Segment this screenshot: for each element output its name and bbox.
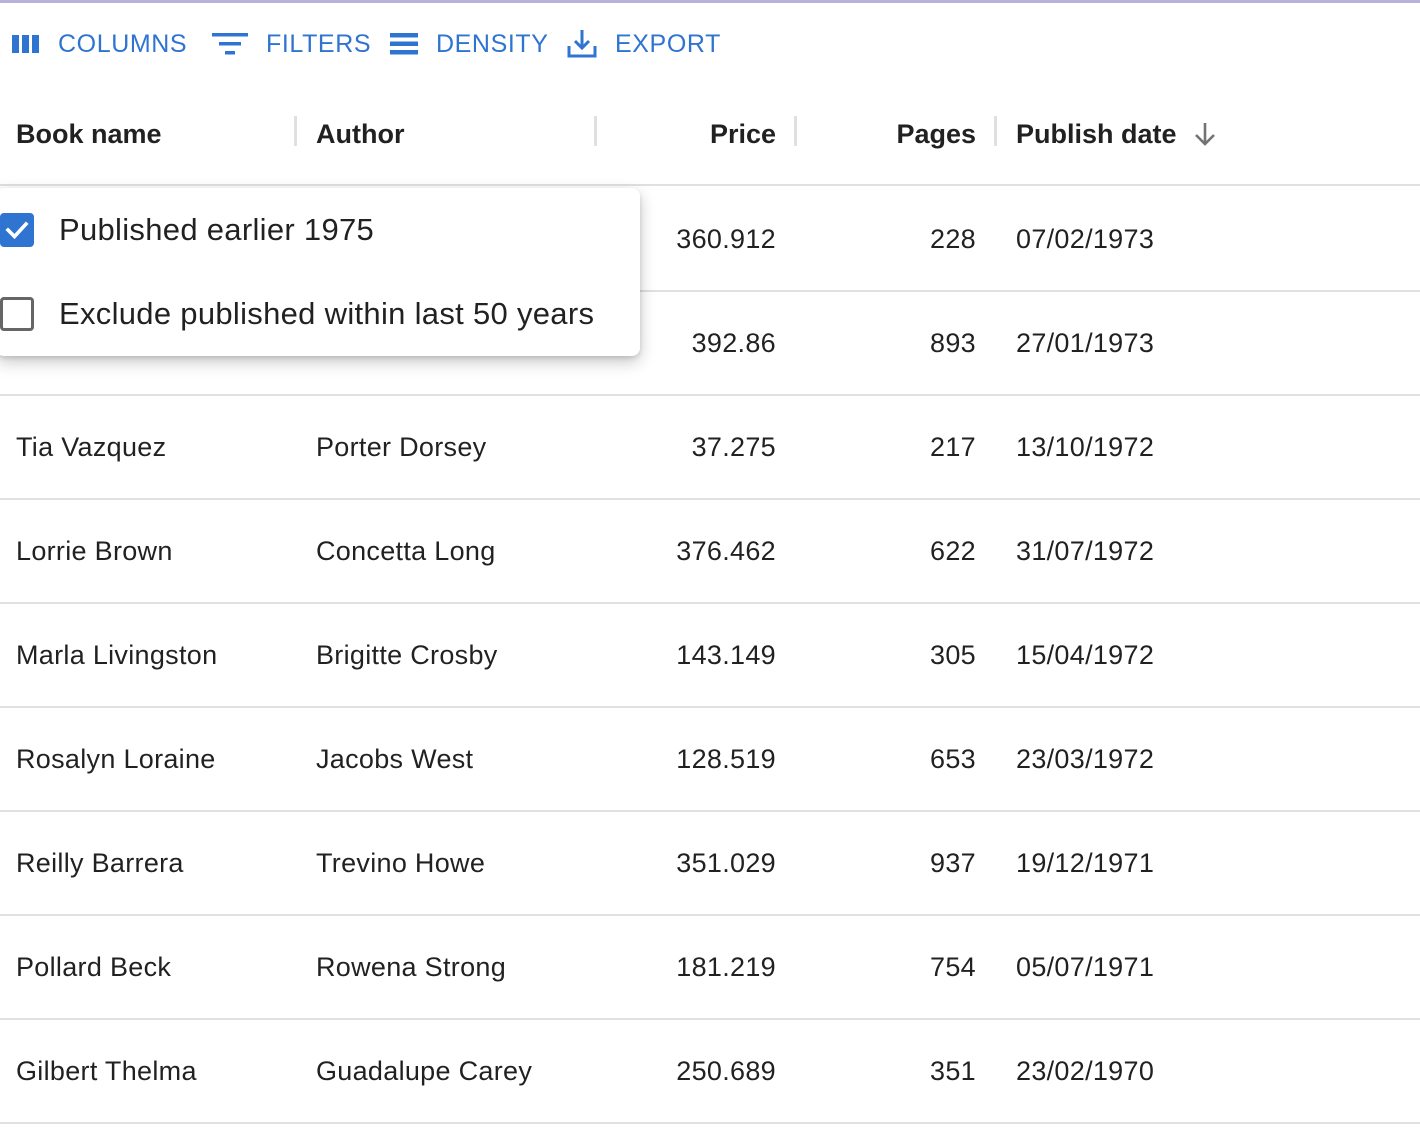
- cell-book-name[interactable]: Lorrie Brown: [16, 500, 173, 602]
- table-row[interactable]: Tia Vazquez Porter Dorsey 37.275 217 13/10/1…: [0, 396, 1420, 500]
- cell-pages[interactable]: 351: [800, 1020, 976, 1122]
- filter-popover: Published earlier 1975 Exclude published…: [0, 188, 640, 356]
- density-label: DENSITY: [436, 29, 549, 58]
- columns-button[interactable]: COLUMNS: [10, 22, 187, 66]
- header-book-name[interactable]: Book name: [16, 82, 162, 186]
- filter-option-label: Exclude published within last 50 years: [59, 296, 595, 331]
- cell-publish-date[interactable]: 05/07/1971: [1016, 916, 1154, 1018]
- cell-author[interactable]: Guadalupe Carey: [316, 1020, 532, 1122]
- cell-pages[interactable]: 305: [800, 604, 976, 706]
- cell-price[interactable]: 128.519: [600, 708, 776, 810]
- cell-author[interactable]: Brigitte Crosby: [316, 604, 498, 706]
- arrow-down-icon[interactable]: [1191, 120, 1219, 148]
- column-headers: Book name Author Price Pages Publish dat…: [0, 82, 1420, 186]
- cell-publish-date[interactable]: 19/12/1971: [1016, 812, 1154, 914]
- header-price-label: Price: [709, 118, 776, 149]
- header-author-label: Author: [316, 118, 405, 149]
- cell-pages[interactable]: 937: [800, 812, 976, 914]
- cell-pages[interactable]: 893: [800, 292, 976, 394]
- cell-price[interactable]: 143.149: [600, 604, 776, 706]
- cell-book-name[interactable]: Tia Vazquez: [16, 396, 166, 498]
- density-icon: [388, 30, 420, 58]
- cell-pages[interactable]: 622: [800, 500, 976, 602]
- table-row[interactable]: Gilbert Thelma Guadalupe Carey 250.689 351 2…: [0, 1020, 1420, 1124]
- filters-label: FILTERS: [266, 29, 372, 58]
- column-separator[interactable]: [794, 116, 797, 146]
- table-row[interactable]: Rosalyn Loraine Jacobs West 128.519 653 23/0…: [0, 708, 1420, 812]
- cell-price[interactable]: 250.689: [600, 1020, 776, 1122]
- cell-price[interactable]: 37.275: [600, 396, 776, 498]
- columns-icon: [10, 32, 42, 56]
- table-row[interactable]: Lorrie Brown Concetta Long 376.462 622 31/07…: [0, 500, 1420, 604]
- cell-price[interactable]: 351.029: [600, 812, 776, 914]
- cell-publish-date[interactable]: 27/01/1973: [1016, 292, 1154, 394]
- header-publish-date[interactable]: Publish date: [1016, 82, 1219, 186]
- cell-author[interactable]: Concetta Long: [316, 500, 496, 602]
- export-button[interactable]: EXPORT: [565, 22, 721, 66]
- cell-pages[interactable]: 653: [800, 708, 976, 810]
- cell-book-name[interactable]: Rosalyn Loraine: [16, 708, 216, 810]
- column-separator[interactable]: [994, 116, 997, 146]
- cell-author[interactable]: Porter Dorsey: [316, 396, 486, 498]
- cell-price[interactable]: 181.219: [600, 916, 776, 1018]
- column-separator[interactable]: [294, 116, 297, 146]
- header-pages[interactable]: Pages: [800, 82, 976, 186]
- header-pages-label: Pages: [896, 118, 976, 149]
- cell-book-name[interactable]: Marla Livingston: [16, 604, 217, 706]
- filters-button[interactable]: FILTERS: [210, 22, 371, 66]
- header-book-name-label: Book name: [16, 118, 162, 149]
- filter-option-published-earlier[interactable]: Published earlier 1975: [0, 200, 374, 260]
- checkbox-checked-icon[interactable]: [0, 213, 34, 247]
- cell-publish-date[interactable]: 13/10/1972: [1016, 396, 1154, 498]
- table-row[interactable]: Marla Livingston Brigitte Crosby 143.149 30…: [0, 604, 1420, 708]
- table-row[interactable]: Reilly Barrera Trevino Howe 351.029 937 19/1…: [0, 812, 1420, 916]
- top-accent-bar: [0, 0, 1420, 3]
- cell-author[interactable]: Jacobs West: [316, 708, 473, 810]
- cell-book-name[interactable]: Pollard Beck: [16, 916, 171, 1018]
- header-author[interactable]: Author: [316, 82, 404, 186]
- filter-option-label: Published earlier 1975: [59, 212, 375, 247]
- checkbox-unchecked-icon[interactable]: [0, 297, 34, 331]
- cell-publish-date[interactable]: 23/02/1970: [1016, 1020, 1154, 1122]
- cell-pages[interactable]: 228: [800, 188, 976, 290]
- table-row[interactable]: Pollard Beck Rowena Strong 181.219 754 05/07…: [0, 916, 1420, 1020]
- cell-author[interactable]: Rowena Strong: [316, 916, 506, 1018]
- column-separator[interactable]: [594, 116, 597, 146]
- cell-book-name[interactable]: Reilly Barrera: [16, 812, 184, 914]
- export-label: EXPORT: [615, 29, 721, 58]
- cell-author[interactable]: Trevino Howe: [316, 812, 485, 914]
- cell-pages[interactable]: 217: [800, 396, 976, 498]
- cell-publish-date[interactable]: 15/04/1972: [1016, 604, 1154, 706]
- cell-pages[interactable]: 754: [800, 916, 976, 1018]
- columns-label: COLUMNS: [58, 29, 188, 58]
- cell-publish-date[interactable]: 31/07/1972: [1016, 500, 1154, 602]
- header-price[interactable]: Price: [600, 82, 776, 186]
- cell-publish-date[interactable]: 23/03/1972: [1016, 708, 1154, 810]
- filter-icon: [210, 29, 250, 59]
- cell-price[interactable]: 376.462: [600, 500, 776, 602]
- cell-book-name[interactable]: Gilbert Thelma: [16, 1020, 197, 1122]
- cell-publish-date[interactable]: 07/02/1973: [1016, 188, 1154, 290]
- density-button[interactable]: DENSITY: [388, 22, 549, 66]
- download-icon: [565, 27, 599, 61]
- header-publish-date-label: Publish date: [1016, 118, 1177, 149]
- filter-option-exclude-last-50[interactable]: Exclude published within last 50 years: [0, 284, 594, 344]
